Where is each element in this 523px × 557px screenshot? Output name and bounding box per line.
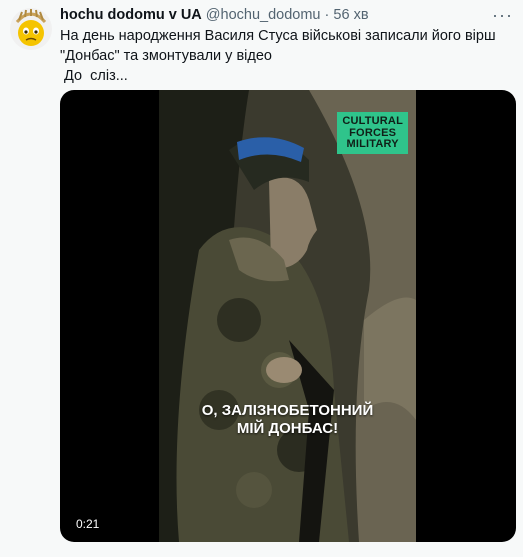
author-handle[interactable]: @hochu_dodomu xyxy=(206,7,321,23)
cultural-forces-logo: CULTURAL FORCES MILITARY xyxy=(337,112,408,154)
logo-line: CULTURAL xyxy=(342,115,403,127)
tweet-text: На день народження Василя Стуса військов… xyxy=(60,26,510,86)
subtitle-line: О, ЗАЛІЗНОБЕТОННИЙ xyxy=(201,402,374,419)
more-options-icon[interactable]: ··· xyxy=(492,5,513,26)
video-frame: CULTURAL FORCES MILITARY О, ЗАЛІЗНОБЕТОН… xyxy=(159,90,416,542)
tweet-text-line: На день народження Василя Стуса військов… xyxy=(60,28,496,44)
separator-dot: · xyxy=(324,7,330,23)
tweet-text-line: До сліз... xyxy=(60,68,128,84)
logo-line: MILITARY xyxy=(346,138,399,150)
video-subtitle: О, ЗАЛІЗНОБЕТОННИЙ МІЙ ДОНБАС! xyxy=(159,402,416,438)
avatar[interactable] xyxy=(10,8,52,50)
video-scene xyxy=(159,90,416,542)
tweet-time[interactable]: 56 хв xyxy=(333,7,368,23)
video-duration: 0:21 xyxy=(72,516,104,532)
video-player[interactable]: CULTURAL FORCES MILITARY О, ЗАЛІЗНОБЕТОН… xyxy=(60,90,516,542)
author-name[interactable]: hochu dodomu v UA xyxy=(60,7,202,23)
subtitle-line: МІЙ ДОНБАС! xyxy=(236,420,339,437)
tweet[interactable]: hochu dodomu v UA @hochu_dodomu · 56 хв … xyxy=(0,0,523,557)
avatar-image xyxy=(10,8,52,50)
tweet-text-line: "Донбас" та змонтували у відео xyxy=(60,48,272,64)
tweet-header: hochu dodomu v UA @hochu_dodomu · 56 хв xyxy=(60,7,369,23)
